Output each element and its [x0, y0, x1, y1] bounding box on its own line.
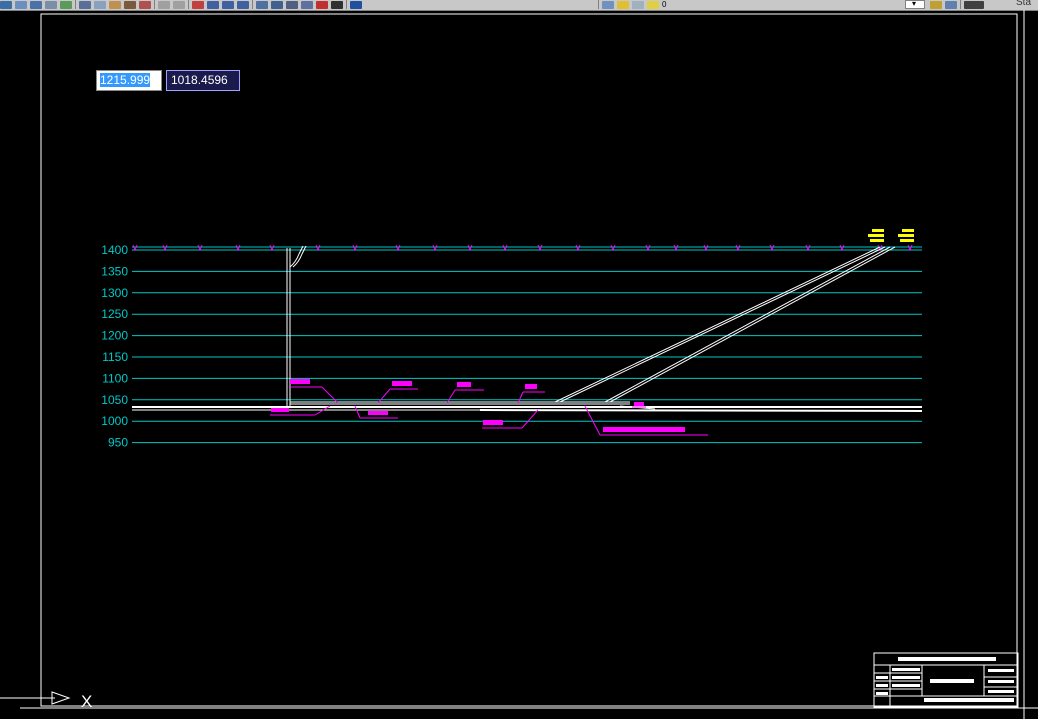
toolbar-group-layer-tools	[930, 0, 984, 9]
brush-icon[interactable]	[139, 0, 151, 9]
coordinate-x-input[interactable]: 1215.999	[96, 70, 162, 91]
elevation-label: 1150	[102, 350, 128, 364]
zoom-window-icon[interactable]	[222, 0, 234, 9]
properties-icon[interactable]	[256, 0, 268, 9]
copy-icon[interactable]	[94, 0, 106, 9]
cut-icon[interactable]	[79, 0, 91, 9]
chevron-down-icon[interactable]: ▾	[912, 0, 916, 8]
designcenter-icon[interactable]	[271, 0, 283, 9]
redo-icon[interactable]	[173, 0, 185, 9]
match-properties-icon[interactable]	[964, 0, 984, 9]
toolpalette-icon[interactable]	[286, 0, 298, 9]
coordinate-x-value: 1215.999	[100, 73, 151, 87]
elevation-labels: 1400 1350 1300 1250 1200 1150 1100 1050 1000 950	[101, 243, 128, 450]
layer-iso-icon[interactable]	[930, 0, 942, 9]
coordinate-y-input[interactable]: 1018.4596	[166, 70, 240, 91]
markup-icon[interactable]	[316, 0, 328, 9]
layer-manager-icon[interactable]	[602, 0, 614, 9]
layer-name: 0	[662, 0, 667, 9]
paste-icon[interactable]	[109, 0, 121, 9]
elevation-label: 1350	[101, 264, 128, 278]
plot-icon[interactable]	[45, 0, 57, 9]
elevation-label: 950	[108, 436, 128, 450]
help-icon[interactable]	[350, 0, 362, 9]
style-label: Sta	[1016, 0, 1032, 8]
open-icon[interactable]	[15, 0, 27, 9]
elevation-label: 1250	[101, 307, 128, 321]
ucs-x-label: X	[81, 692, 92, 711]
elevation-label: 1300	[101, 286, 128, 300]
coordinate-y-value: 1018.4596	[171, 73, 228, 87]
pan-icon[interactable]	[192, 0, 204, 9]
elevation-label: 1200	[101, 329, 128, 343]
preview-icon[interactable]	[60, 0, 72, 9]
drawing-canvas[interactable]: 1400 1350 1300 1250 1200 1150 1100 1050 1000 950	[0, 10, 1038, 719]
save-icon[interactable]	[30, 0, 42, 9]
new-icon[interactable]	[0, 0, 12, 9]
elevation-label: 1100	[102, 371, 128, 385]
elevation-grid	[132, 246, 922, 444]
layer-state-icon[interactable]	[617, 0, 629, 9]
layer-state-icon-2[interactable]	[632, 0, 644, 9]
elevation-label: 1000	[101, 414, 128, 428]
annotation-labels	[271, 379, 685, 432]
calc-icon[interactable]	[331, 0, 343, 9]
match-icon[interactable]	[124, 0, 136, 9]
zoom-realtime-icon[interactable]	[207, 0, 219, 9]
main-roadway	[132, 401, 923, 412]
layer-walk-icon[interactable]	[945, 0, 957, 9]
sheetset-icon[interactable]	[301, 0, 313, 9]
drawing-border	[40, 13, 1018, 707]
elevation-label: 1400	[101, 243, 128, 257]
elevation-label: 1050	[101, 393, 128, 407]
layer-previous-icon[interactable]	[647, 0, 659, 9]
zoom-previous-icon[interactable]	[237, 0, 249, 9]
ucs-icon	[0, 691, 71, 705]
toolbar-group-file	[0, 0, 362, 9]
toolbar-group-layers: 0	[598, 0, 666, 9]
title-block-text	[876, 657, 1014, 702]
surface-markers	[868, 229, 914, 242]
undo-icon[interactable]	[158, 0, 170, 9]
